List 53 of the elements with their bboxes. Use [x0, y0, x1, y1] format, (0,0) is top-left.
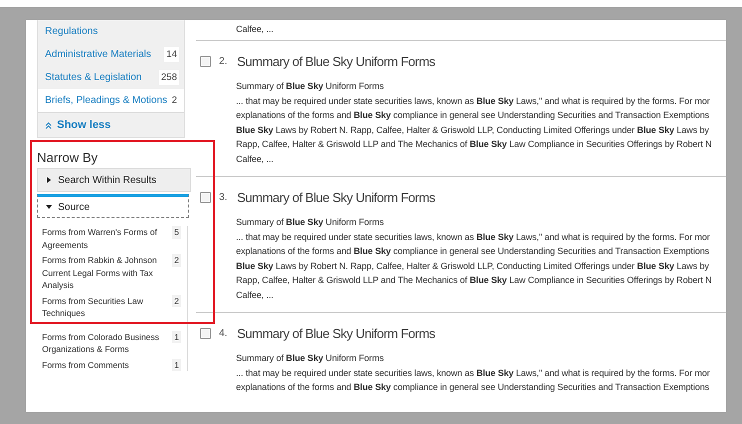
facet-item[interactable]: Statutes & Legislation 258: [38, 66, 184, 89]
result-checkbox[interactable]: [200, 328, 211, 338]
facet-item[interactable]: Briefs, Pleadings & Motions 2: [38, 89, 184, 112]
snippet-text: Blue Sky Laws by Robert N. Rapp, Calfee, Halter & Griswold LLP, Conducting Limited Offerings under Blue Sky Laws by: [236, 260, 710, 273]
source-filter-link[interactable]: Forms from Colorado Business Organizations & Forms: [42, 330, 168, 356]
source-count: 2: [172, 254, 181, 266]
caret-icon: [46, 177, 52, 183]
snippet-text: explanations of the forms and Blue Sky compliance in general see Understanding Securities and Transaction Exemptions: [236, 381, 710, 394]
result-checkbox[interactable]: [200, 56, 211, 66]
snippet-text: Summary of Blue Sky Uniform Forms: [236, 216, 385, 229]
source-count: 1: [172, 330, 181, 343]
source-filter-link[interactable]: Forms from Warren's Forms of Agreements: [42, 226, 168, 251]
narrow-by-heading: Narrow By: [37, 150, 99, 167]
show-less-link[interactable]: Show less: [38, 112, 184, 137]
snippet-text: Summary of Blue Sky Uniform Forms: [236, 352, 385, 365]
source-count: 5: [172, 226, 181, 238]
facet-label: Administrative Materials: [45, 49, 152, 60]
facet-count: 2: [170, 94, 178, 108]
result-number: 4.: [219, 328, 228, 338]
source-filter-link[interactable]: Forms from Rabkin & Johnson Current Legal Forms with Tax Analysis: [42, 254, 168, 292]
result-title-link[interactable]: Summary of Blue Sky Uniform Forms: [237, 54, 436, 68]
snippet-text: Rapp, Calfee, Halter & Griswold LLP and The Mechanics of Blue Sky Law Compliance in Securities Offerings by Robert N: [236, 138, 713, 151]
snippet-text: Rapp, Calfee, Halter & Griswold LLP and The Mechanics of Blue Sky Law Compliance in Securities Offerings by Robert N: [236, 274, 713, 287]
caret-icon: [46, 204, 52, 210]
snippet-text: ... that may be required under state securities laws, known as Blue Sky Laws," and what is required by the forms. For mor: [236, 94, 711, 108]
facet-label: Regulations: [45, 26, 98, 37]
source-filter-link[interactable]: Forms from Comments: [42, 358, 129, 371]
result-title-link[interactable]: Summary of Blue Sky Uniform Forms: [237, 190, 436, 204]
facet-label: Briefs, Pleadings & Motions: [45, 95, 168, 106]
snippet-text: explanations of the forms and Blue Sky compliance in general see Understanding Securities and Transaction Exemptions: [236, 109, 710, 122]
source-filter-link[interactable]: Forms from Securities Law Techniques: [42, 294, 168, 320]
result-checkbox[interactable]: [200, 192, 211, 202]
facet-count: 14: [164, 47, 179, 62]
chevron-up-icon: [45, 122, 52, 128]
snippet-text: Summary of Blue Sky Uniform Forms: [236, 80, 385, 93]
result-title-link[interactable]: Summary of Blue Sky Uniform Forms: [237, 326, 436, 340]
result-number: 2.: [219, 56, 228, 66]
facet-item[interactable]: Administrative Materials 14: [38, 43, 184, 66]
snippet-text: explanations of the forms and Blue Sky compliance in general see Understanding Securities and Transaction Exemptions: [236, 245, 710, 258]
source-count: 2: [172, 294, 181, 307]
filter-section-header[interactable]: Search Within Results: [37, 168, 191, 192]
facet-count: 258: [159, 70, 179, 85]
snippet-text: Calfee, ...: [236, 23, 274, 36]
snippet-text: Calfee, ...: [236, 288, 274, 302]
snippet-text: ... that may be required under state securities laws, known as Blue Sky Laws," and what is required by the forms. For mor: [236, 366, 711, 380]
snippet-text: Calfee, ...: [236, 152, 274, 166]
snippet-text: Blue Sky Laws by Robert N. Rapp, Calfee, Halter & Griswold LLP, Conducting Limited Offerings under Blue Sky Laws by: [236, 124, 710, 137]
facet-item[interactable]: Regulations: [38, 20, 184, 43]
snippet-text: ... that may be required under state securities laws, known as Blue Sky Laws," and what is required by the forms. For mor: [236, 230, 711, 244]
filter-section-header[interactable]: Source: [37, 194, 189, 218]
facet-label: Statutes & Legislation: [45, 72, 142, 83]
source-count: 1: [172, 358, 181, 371]
result-number: 3.: [219, 192, 228, 202]
